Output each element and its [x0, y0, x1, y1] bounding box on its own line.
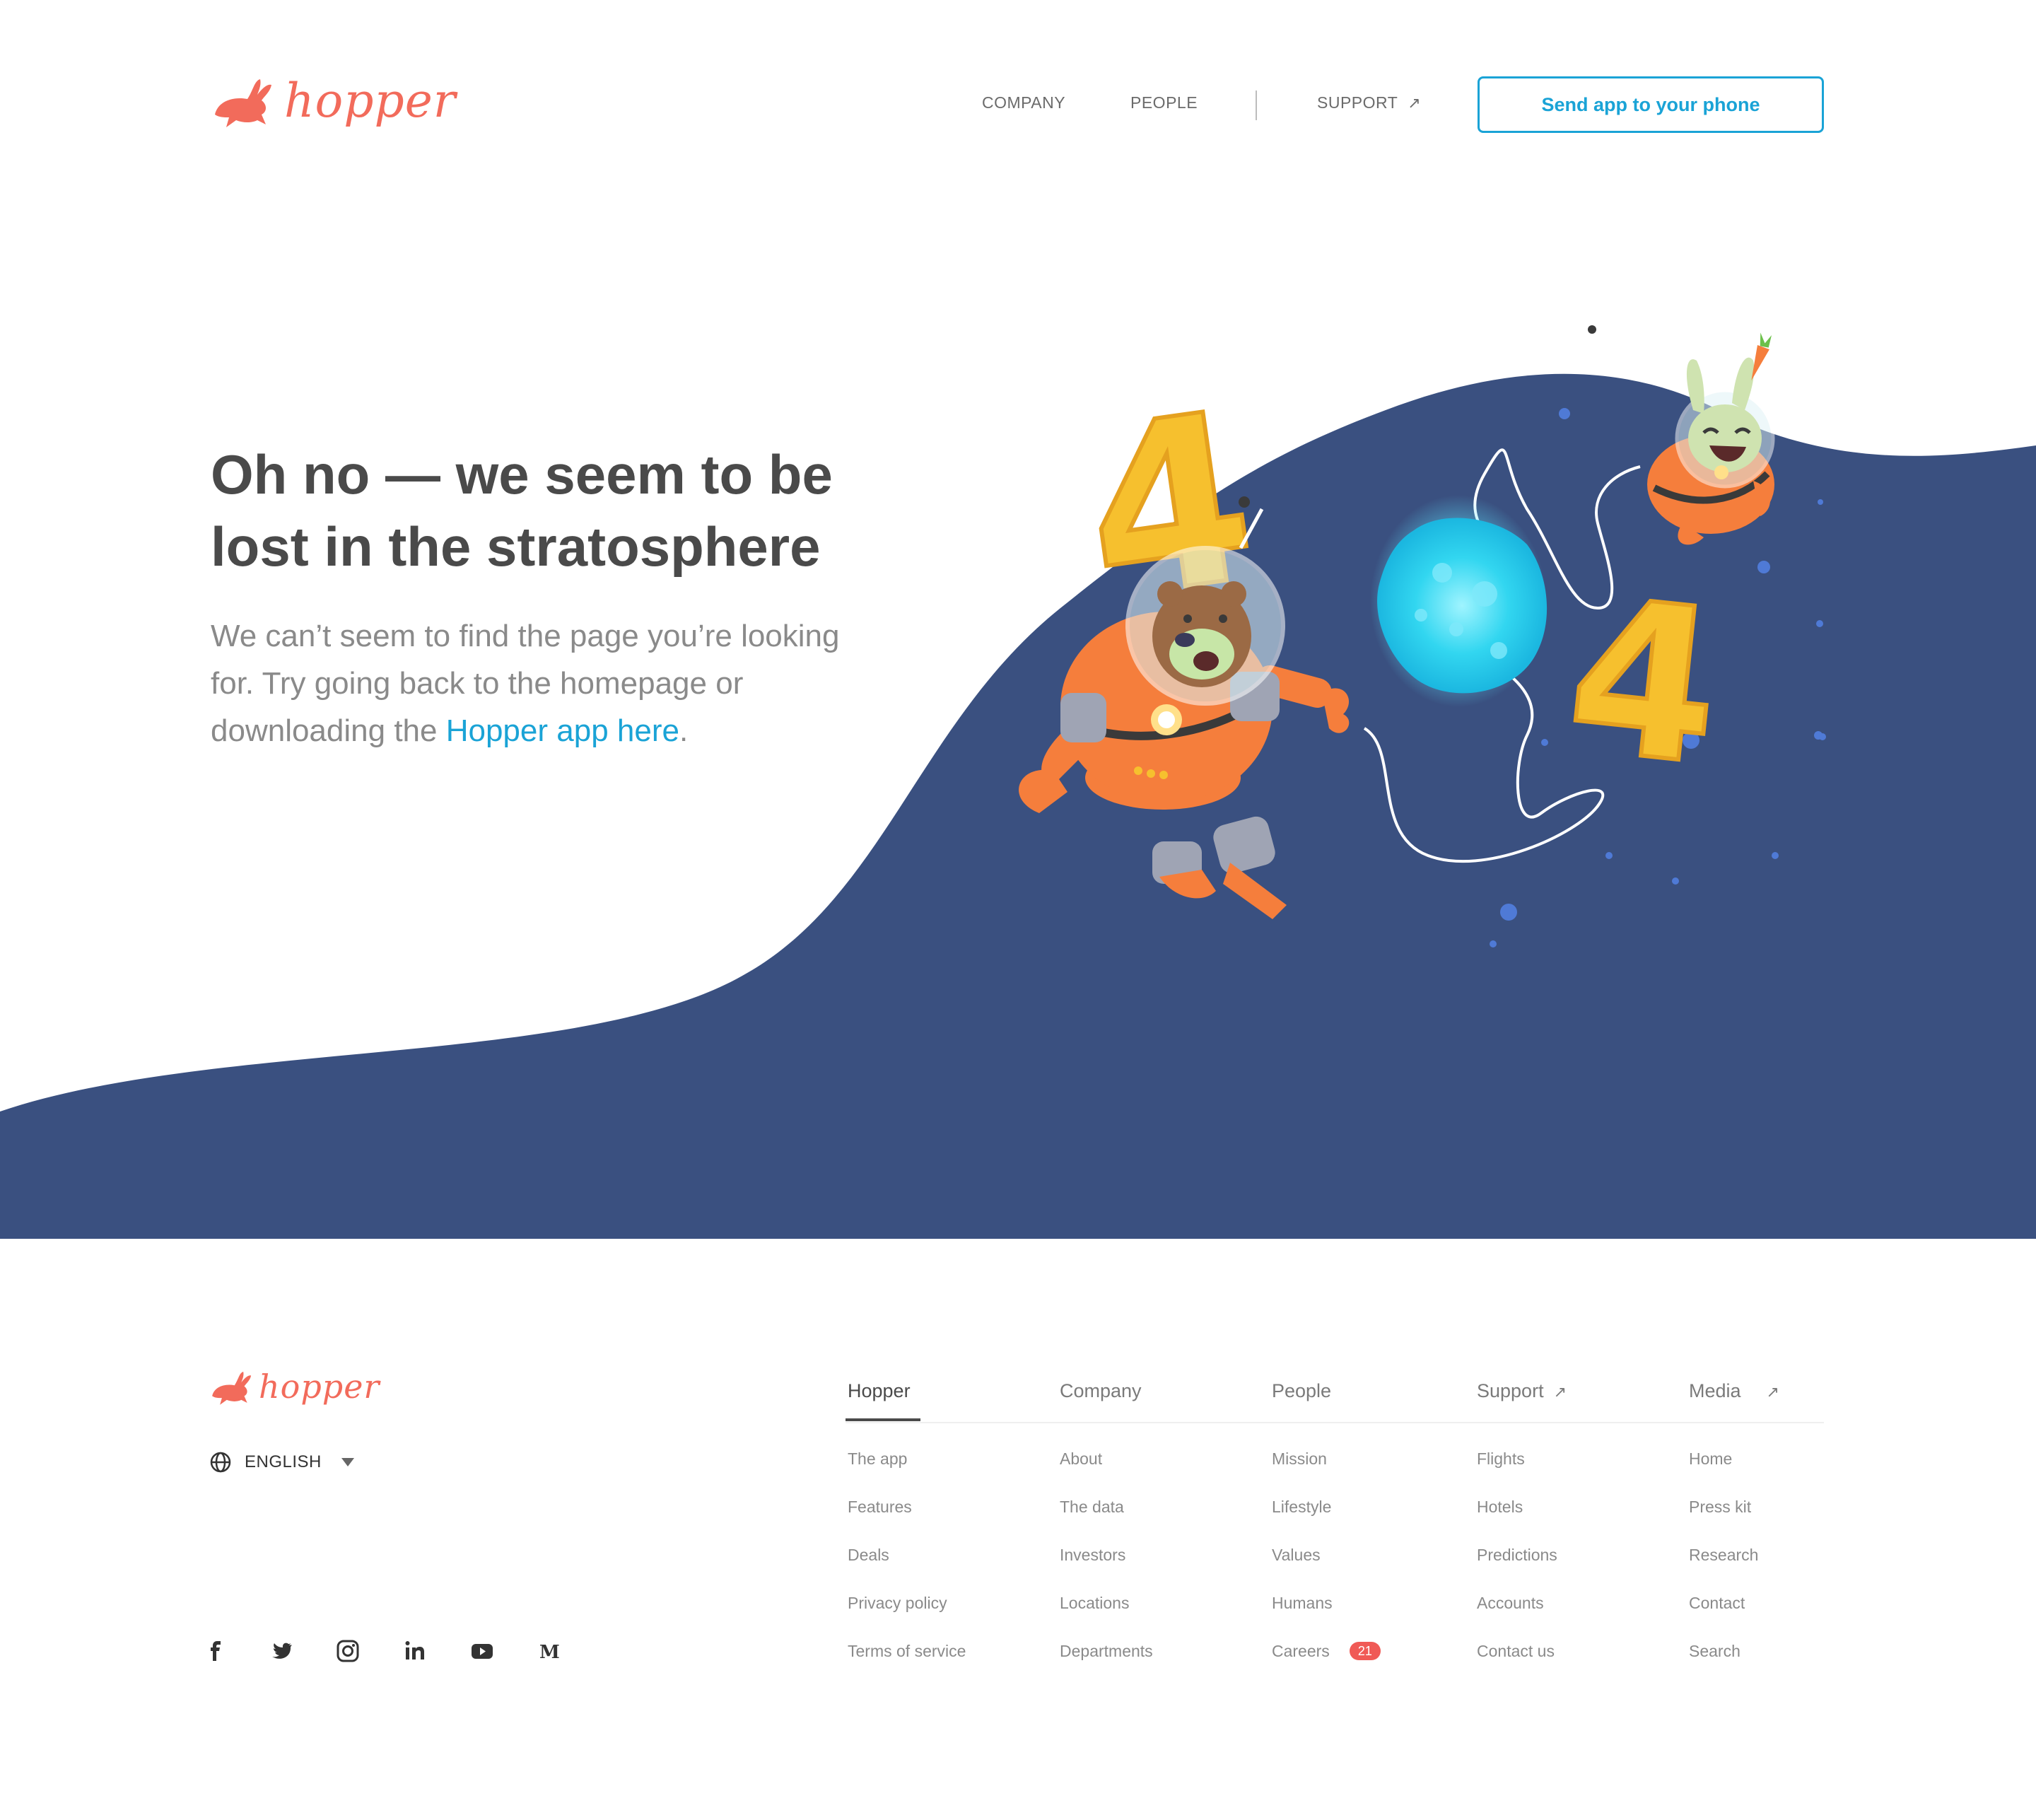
nav-support-label: SUPPORT [1317, 93, 1398, 112]
footer-heading-people[interactable]: People [1272, 1380, 1331, 1402]
footer-link[interactable]: Hotels [1477, 1498, 1557, 1546]
globe-icon [210, 1452, 231, 1473]
chevron-down-icon [341, 1458, 354, 1466]
footer-link[interactable]: Departments [1060, 1642, 1153, 1690]
footer-list-media: Home Press kit Research Contact Search [1689, 1449, 1758, 1690]
lost-in-space-illustration: 4 4 [1019, 325, 1826, 947]
footer-link[interactable]: Contact [1689, 1594, 1758, 1642]
footer-link[interactable]: Locations [1060, 1594, 1153, 1642]
header-logo[interactable]: hopper [211, 74, 456, 130]
footer-link[interactable]: About [1060, 1449, 1153, 1498]
footer-link[interactable]: Investors [1060, 1546, 1153, 1594]
external-arrow-icon: ↗ [1408, 94, 1422, 112]
footer-link[interactable]: Contact us [1477, 1642, 1557, 1690]
footer-link[interactable]: Terms of service [848, 1642, 966, 1690]
footer-list-company: About The data Investors Locations Depar… [1060, 1449, 1153, 1690]
footer-link[interactable]: Values [1272, 1546, 1381, 1594]
footer-link[interactable]: Mission [1272, 1449, 1381, 1498]
footer-heading-hopper[interactable]: Hopper [848, 1380, 911, 1402]
hero-description: We can’t seem to find the page you’re lo… [211, 612, 889, 754]
careers-label: Careers [1272, 1642, 1330, 1660]
footer-logo[interactable]: hopper [209, 1367, 380, 1407]
rabbit-logo-icon [215, 79, 271, 127]
footer-heading-support-label: Support [1477, 1380, 1544, 1401]
digit-four-right: 4 [1558, 552, 1731, 812]
footer-heading-media[interactable]: Media ↗ [1689, 1380, 1779, 1402]
careers-count-badge: 21 [1349, 1642, 1381, 1660]
external-arrow-icon: ↗ [1766, 1383, 1779, 1401]
rabbit-astronaut [1588, 325, 1775, 545]
medium-icon[interactable]: M [534, 1637, 563, 1665]
instagram-icon[interactable] [334, 1637, 362, 1665]
footer-list-support: Flights Hotels Predictions Accounts Cont… [1477, 1449, 1557, 1690]
rabbit-logo-icon [212, 1372, 252, 1405]
footer-heading-media-label: Media [1689, 1380, 1741, 1401]
bear-astronaut [1019, 496, 1350, 919]
nav-company[interactable]: COMPANY [982, 93, 1065, 112]
twitter-icon[interactable] [267, 1637, 296, 1665]
hopper-app-link[interactable]: Hopper app here [446, 713, 679, 748]
footer-link[interactable]: Research [1689, 1546, 1758, 1594]
footer-link[interactable]: Search [1689, 1642, 1758, 1690]
footer-link[interactable]: Home [1689, 1449, 1758, 1498]
footer-link[interactable]: Humans [1272, 1594, 1381, 1642]
footer-link[interactable]: Lifestyle [1272, 1498, 1381, 1546]
nav-support[interactable]: SUPPORT ↗ [1317, 93, 1421, 112]
language-label: ENGLISH [245, 1452, 322, 1471]
footer-link[interactable]: Deals [848, 1546, 966, 1594]
facebook-icon[interactable] [202, 1637, 230, 1665]
youtube-icon[interactable] [468, 1637, 496, 1665]
footer-heading-company[interactable]: Company [1060, 1380, 1142, 1402]
footer-link[interactable]: Features [848, 1498, 966, 1546]
footer-link-careers[interactable]: Careers 21 [1272, 1642, 1381, 1690]
nav-divider [1256, 91, 1257, 120]
footer-list-hopper: The app Features Deals Privacy policy Te… [848, 1449, 966, 1690]
hero-text-after: . [679, 713, 689, 748]
footer-divider [846, 1422, 1824, 1423]
footer-link[interactable]: Flights [1477, 1449, 1557, 1498]
send-app-button[interactable]: Send app to your phone [1478, 76, 1824, 133]
active-tab-underline [846, 1418, 920, 1421]
footer-link[interactable]: Privacy policy [848, 1594, 966, 1642]
footer-link[interactable]: The data [1060, 1498, 1153, 1546]
footer-heading-support[interactable]: Support ↗ [1477, 1380, 1567, 1402]
footer-link[interactable]: Accounts [1477, 1594, 1557, 1642]
nav-people[interactable]: PEOPLE [1130, 93, 1198, 112]
external-arrow-icon: ↗ [1553, 1383, 1567, 1401]
footer-brand-name: hopper [259, 1367, 380, 1406]
page-title: Oh no — we seem to be lost in the strato… [211, 443, 833, 578]
footer-list-people: Mission Lifestyle Values Humans Careers 2… [1272, 1449, 1381, 1690]
footer-link[interactable]: Press kit [1689, 1498, 1758, 1546]
footer-link[interactable]: The app [848, 1449, 966, 1498]
header-brand-name: hopper [284, 73, 457, 128]
language-selector[interactable]: ENGLISH [209, 1451, 354, 1474]
svg-text:M: M [539, 1642, 560, 1663]
linkedin-icon[interactable] [401, 1637, 429, 1665]
footer-link[interactable]: Predictions [1477, 1546, 1557, 1594]
